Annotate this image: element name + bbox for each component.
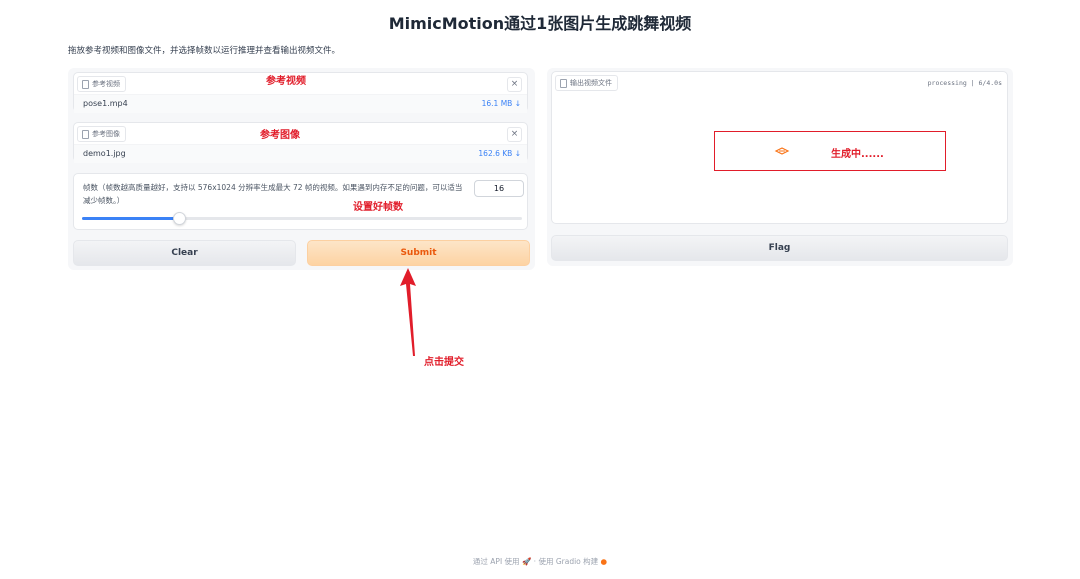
footer-separator: ·	[533, 557, 537, 566]
annotation-ref-image: 参考图像	[260, 130, 300, 141]
ref-video-file-row: pose1.mp4 16.1 MB ↓	[74, 94, 527, 113]
input-panel: 参考视频 × pose1.mp4 16.1 MB ↓ 参考图像 × demo1.…	[68, 68, 535, 270]
ref-image-file-name: demo1.jpg	[83, 149, 126, 158]
frames-label: 帧数（帧数越高质量越好，支持以 576x1024 分辨率生成最大 72 帧的视频…	[83, 183, 463, 205]
flag-button[interactable]: Flag	[551, 235, 1008, 261]
footer-gradio-link[interactable]: 使用 Gradio 构建	[538, 557, 598, 566]
frames-number-input[interactable]: 16	[474, 180, 524, 197]
clear-button[interactable]: Clear	[73, 240, 296, 266]
frames-slider-thumb[interactable]	[172, 212, 186, 225]
page-title: MimicMotion通过1张图片生成跳舞视频	[388, 14, 692, 33]
output-video-tag-label: 输出视频文件	[570, 79, 612, 87]
gradio-logo-icon: ●	[600, 557, 608, 566]
file-icon	[82, 129, 89, 139]
ref-image-download-link[interactable]: 162.6 KB ↓	[478, 149, 521, 158]
page-description: 拖放参考视频和图像文件，并选择帧数以运行推理并查看输出视频文件。	[68, 46, 341, 56]
ref-image-file-row: demo1.jpg 162.6 KB ↓	[74, 144, 527, 163]
submit-button[interactable]: Submit	[307, 240, 530, 266]
ref-image-tag-label: 参考图像	[92, 130, 120, 138]
annotation-frames: 设置好帧数	[353, 202, 403, 213]
footer: 通过 API 使用 🚀 · 使用 Gradio 构建 ●	[0, 556, 1080, 567]
ref-video-download-link[interactable]: 16.1 MB ↓	[482, 99, 521, 108]
rocket-icon: 🚀	[521, 557, 532, 566]
annotation-generating: 生成中......	[831, 149, 884, 160]
annotation-arrow-icon	[400, 268, 416, 356]
annotation-ref-video: 参考视频	[266, 76, 306, 87]
frames-slider-block: 帧数（帧数越高质量越好，支持以 576x1024 分辨率生成最大 72 帧的视频…	[73, 173, 528, 230]
ref-image-close-icon[interactable]: ×	[507, 127, 522, 142]
ref-image-upload[interactable]: 参考图像 × demo1.jpg 162.6 KB ↓	[73, 122, 528, 163]
frames-slider[interactable]	[82, 212, 522, 225]
annotation-click-submit: 点击提交	[424, 357, 464, 368]
annotation-generating-box	[714, 131, 946, 171]
ref-video-tag-label: 参考视频	[92, 80, 120, 88]
ref-image-tag: 参考图像	[77, 126, 126, 142]
ref-video-close-icon[interactable]: ×	[507, 77, 522, 92]
frames-slider-fill	[82, 217, 179, 220]
ref-video-tag: 参考视频	[77, 76, 126, 92]
footer-api-link[interactable]: 通过 API 使用	[473, 557, 520, 566]
file-icon	[82, 79, 89, 89]
file-icon	[560, 78, 567, 88]
ref-video-file-name: pose1.mp4	[83, 99, 128, 108]
output-video-tag: 输出视频文件	[555, 75, 618, 91]
progress-status: processing | 6/4.0s	[927, 79, 1002, 87]
